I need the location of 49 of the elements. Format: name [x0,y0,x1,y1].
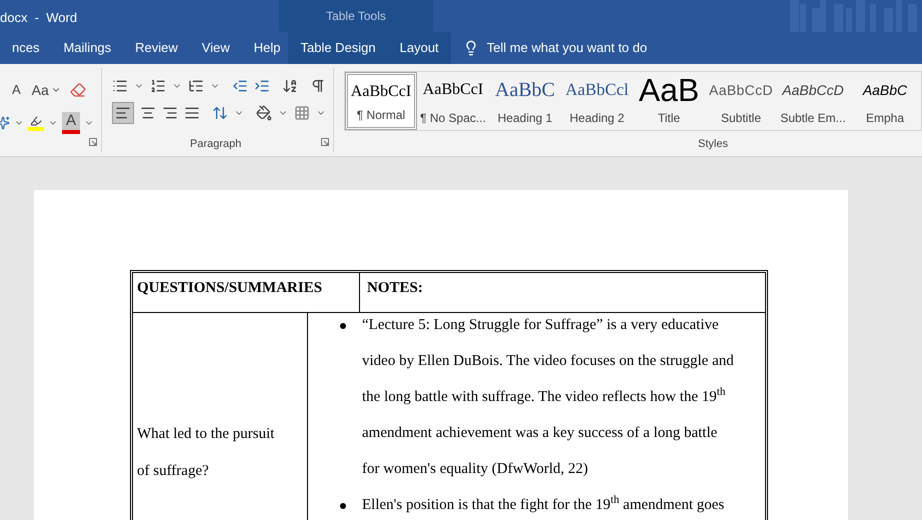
table-header-cell: QUESTIONS/SUMMARIES [133,273,360,312]
ribbon-tab[interactable]: Review [123,32,190,64]
decrease-indent-icon[interactable] [232,78,248,94]
multilevel-list-icon[interactable] [188,78,204,94]
align-left-button[interactable] [112,102,134,124]
align-right-icon[interactable] [162,105,178,121]
sort-icon[interactable] [282,78,298,94]
bullet-icon [340,503,346,509]
dialog-launcher-icon[interactable] [321,138,329,146]
ribbon-tab[interactable]: View [190,32,242,64]
table-cell: What led to the pursuit of suffrage? [133,313,308,520]
style-gallery-item[interactable]: AaBbCcl Heading 2 [561,72,633,130]
style-gallery-item[interactable]: AaBbCcD Subtle Em... [777,72,849,130]
style-gallery-item[interactable]: AaBbCcI ¶ No Spac... [417,72,489,130]
numbered-list-icon[interactable] [150,78,166,94]
text-effects-icon[interactable] [0,116,10,130]
style-gallery-item[interactable]: AaBbC Heading 1 [489,72,561,130]
increase-indent-icon[interactable] [254,78,270,94]
ribbon-tab[interactable]: Layout [388,32,451,64]
ribbon-tab[interactable]: nces [0,32,52,64]
eraser-icon[interactable] [70,82,86,98]
highlighter-icon[interactable] [28,115,44,131]
change-case-button[interactable]: Aa [28,78,64,102]
bullet-list-icon[interactable] [112,78,128,94]
table-header-cell-text: NOTES: [366,279,424,298]
pilcrow-icon[interactable] [310,78,326,94]
context-group-label: Table Tools [326,8,386,25]
group-label: Styles [697,136,728,152]
group-label: Paragraph [190,136,242,152]
ribbon-tab[interactable]: Mailings [51,32,124,64]
ribbon-tab[interactable]: Table Design [288,32,388,64]
font-color-button[interactable]: A [62,112,80,134]
window-title: docx - Word [0,9,78,27]
bullet-icon [340,323,346,329]
tell-me-search[interactable]: Tell me what you want to do [462,38,648,58]
grow-font-button[interactable]: A [10,80,23,100]
style-gallery-item[interactable]: AaBbCcD Subtitle [705,72,777,130]
style-gallery-item[interactable]: AaB Title [633,72,705,130]
borders-icon[interactable] [294,105,310,121]
bullet-paragraph: “Lecture 5: Long Struggle for Suffrage” is a very educative video by Ellen DuBois. The video focuses on the struggle and the long battle with suffrage. The video reflects how the 19$^{th}$ amendment achievement was a key success of a long battle for women's equality (DfwWorld, 22) [362,316,734,479]
style-gallery-item[interactable]: AaBbC Empha [849,72,921,130]
bullet-paragraph: Ellen's position is that the fight for the 19$^{th}$ amendment goes [362,493,724,515]
shading-icon[interactable] [256,105,272,121]
justify-icon[interactable] [184,105,200,121]
line-spacing-icon[interactable] [212,105,228,121]
align-left-icon [115,105,132,121]
style-gallery-item[interactable]: AaBbCcI ¶ Normal [345,72,417,130]
dialog-launcher-icon[interactable] [89,138,98,146]
align-center-icon[interactable] [140,105,156,121]
